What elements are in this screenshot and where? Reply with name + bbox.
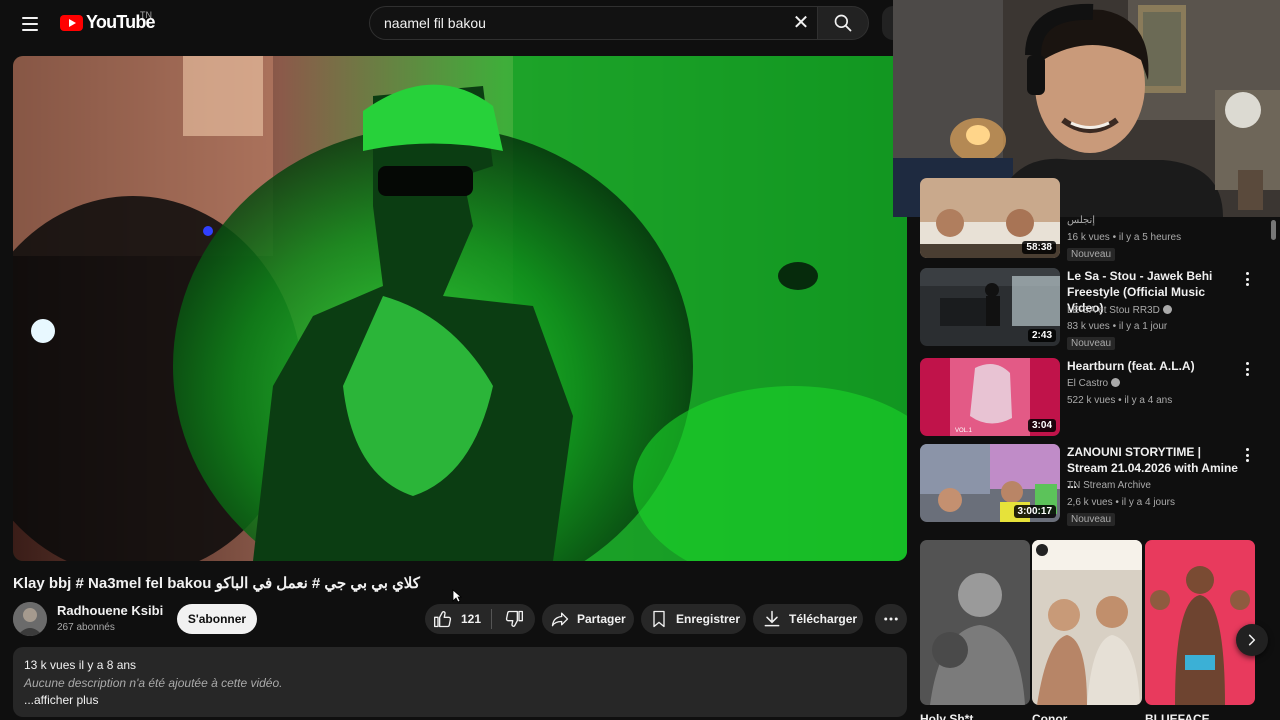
show-more-link[interactable]: ...afficher plus xyxy=(24,693,896,707)
thumbs-up-icon xyxy=(434,611,452,628)
video-duration: 58:38 xyxy=(1022,241,1056,254)
description-box[interactable]: 13 k vues il y a 8 ans Aucune descriptio… xyxy=(13,647,907,717)
channel-name-text: El Castro xyxy=(1067,378,1109,389)
short-thumbnail[interactable] xyxy=(1032,540,1142,705)
chevron-right-icon xyxy=(1248,634,1256,646)
search-input[interactable] xyxy=(384,15,764,31)
search-icon xyxy=(834,14,852,32)
recommendation-item[interactable]: 3:00:17 ZANOUNI STORYTIME | Stream 21.04… xyxy=(920,444,1260,526)
like-count: 121 xyxy=(461,612,482,626)
search-box[interactable] xyxy=(369,6,817,40)
verified-icon xyxy=(1111,378,1121,387)
channel-name[interactable]: TN Stream Archive xyxy=(1067,480,1151,491)
video-thumbnail[interactable]: VOL.1 3:04 xyxy=(920,358,1060,436)
new-badge: Nouveau xyxy=(1067,337,1116,350)
new-badge: Nouveau xyxy=(1067,513,1116,526)
subscriber-count: 267 abonnés xyxy=(57,622,115,633)
short-thumbnail[interactable] xyxy=(1145,540,1255,705)
channel-name-text: LE-SA et Stou RR3D xyxy=(1067,305,1160,316)
more-options-icon[interactable] xyxy=(1241,270,1253,288)
share-button[interactable]: Partager xyxy=(542,604,634,634)
thumbs-down-icon xyxy=(505,610,523,627)
country-code: TN xyxy=(140,10,152,20)
video-title: Klay bbj # Na3mel fel bakou كلاي بي بي ج… xyxy=(13,575,420,592)
share-label: Partager xyxy=(577,612,626,626)
recommendation-item[interactable]: VOL.1 3:04 Heartburn (feat. A.L.A) El Ca… xyxy=(920,358,1260,438)
avatar-image xyxy=(13,602,47,636)
video-player[interactable] xyxy=(13,56,907,561)
search-button[interactable] xyxy=(817,6,869,40)
channel-name[interactable]: LE-SA et Stou RR3D xyxy=(1067,305,1172,316)
video-duration: 2:43 xyxy=(1027,329,1056,342)
thumbnail-text: VOL.1 xyxy=(955,428,973,434)
video-thumbnail[interactable]: 3:00:17 xyxy=(920,444,1060,522)
view-count-date: 13 k vues il y a 8 ans xyxy=(24,658,137,672)
video-duration: 3:00:17 xyxy=(1013,505,1056,518)
recommendation-item[interactable]: 2:43 Le Sa - Stou - Jawek Behi Freestyle… xyxy=(920,268,1260,350)
new-badge: Nouveau xyxy=(1067,248,1116,261)
channel-name[interactable]: إنجلس xyxy=(1067,215,1095,226)
more-options-icon[interactable] xyxy=(1241,446,1253,464)
save-button[interactable]: Enregistrer xyxy=(641,604,746,634)
share-icon xyxy=(551,612,569,627)
short-title[interactable]: Conor ... xyxy=(1032,712,1081,720)
short-image xyxy=(1145,540,1255,705)
video-thumbnail[interactable]: 58:38 xyxy=(920,178,1060,258)
description-text: Aucune description n'a été ajoutée à cet… xyxy=(24,676,283,690)
video-stats: 16 k vues • il y a 5 heures xyxy=(1067,232,1182,243)
channel-name[interactable]: Radhouene Ksibi xyxy=(57,603,163,618)
short-title[interactable]: Holy Sh*t xyxy=(920,712,973,720)
short-title[interactable]: BLUEFACE ... xyxy=(1145,712,1223,720)
short-image xyxy=(1032,540,1142,705)
video-thumbnail[interactable]: 2:43 xyxy=(920,268,1060,346)
shorts-next-button[interactable] xyxy=(1236,624,1268,656)
more-actions-button[interactable] xyxy=(875,604,907,634)
video-stats: 2,6 k vues • il y a 4 jours xyxy=(1067,497,1175,508)
like-button[interactable]: 121 xyxy=(425,604,491,634)
more-horizontal-icon xyxy=(884,617,898,621)
top-bar: YouTube TN ✕ xyxy=(0,0,893,48)
recommendation-item[interactable]: 58:38 إنجلس 16 k vues • il y a 5 heures … xyxy=(920,178,1260,261)
video-duration: 3:04 xyxy=(1027,419,1056,432)
download-button[interactable]: Télécharger xyxy=(753,604,863,634)
video-stats: 522 k vues • il y a 4 ans xyxy=(1067,395,1173,406)
dislike-button[interactable] xyxy=(492,604,535,634)
download-label: Télécharger xyxy=(789,612,858,626)
more-options-icon[interactable] xyxy=(1241,360,1253,378)
menu-icon[interactable] xyxy=(16,10,44,38)
channel-name[interactable]: El Castro xyxy=(1067,378,1121,389)
short-thumbnail[interactable] xyxy=(920,540,1030,705)
bookmark-icon xyxy=(653,610,665,628)
video-frame xyxy=(13,56,907,561)
mouse-cursor-icon xyxy=(452,589,462,603)
video-title[interactable]: Heartburn (feat. A.L.A) xyxy=(1067,358,1239,374)
video-stats: 83 k vues • il y a 1 jour xyxy=(1067,321,1168,332)
sidebar-scrollbar[interactable] xyxy=(1271,220,1276,240)
voice-search-button[interactable] xyxy=(882,6,893,40)
youtube-play-icon xyxy=(60,14,83,31)
download-icon xyxy=(764,610,780,627)
verified-icon xyxy=(1162,305,1172,314)
subscribe-button[interactable]: S'abonner xyxy=(177,604,257,634)
save-label: Enregistrer xyxy=(676,612,741,626)
like-dislike-group: 121 xyxy=(425,604,535,634)
clear-search-icon[interactable]: ✕ xyxy=(790,13,812,35)
channel-avatar[interactable] xyxy=(13,602,47,636)
short-image xyxy=(920,540,1030,705)
